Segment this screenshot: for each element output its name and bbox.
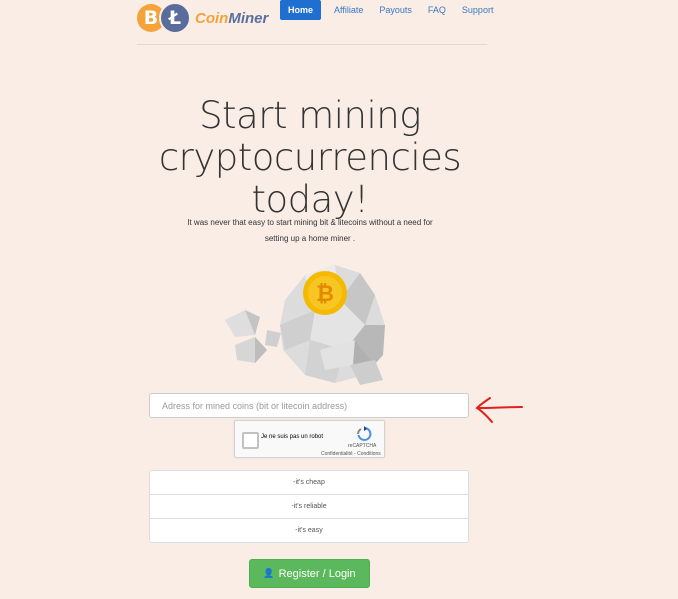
nav-affiliate[interactable]: Affiliate [326,0,371,20]
brand-name-part2: Miner [228,9,269,27]
logo[interactable]: B Ł CoinMiner [137,2,268,34]
feature-item-reliable: -it's reliable [149,494,469,519]
register-login-label: Register / Login [278,567,356,580]
nav-home[interactable]: Home [280,0,322,20]
recaptcha-widget: Je ne suis pas un robot reCAPTCHA Confid… [234,420,385,458]
red-arrow-annotation-icon [475,397,523,423]
mining-rock-bitcoin-illustration: ₿ [225,265,385,385]
recaptcha-links[interactable]: Confidentialité - Conditions [321,451,381,457]
nav-payouts[interactable]: Payouts [371,0,420,20]
brand-name-part1: Coin [195,9,229,27]
feature-item-easy: -it's easy [149,518,469,543]
main-nav: Home Affiliate Payouts FAQ Support [280,0,501,20]
hero-subtitle-line-2: setting up a home miner . [264,234,356,243]
recaptcha-label: Je ne suis pas un robot [261,434,324,440]
hero-title: Start mining cryptocurrencies today! [150,95,470,221]
nav-faq[interactable]: FAQ [420,0,454,20]
hero-subtitle: It was never that easy to start mining b… [155,215,465,247]
header-divider [137,44,487,45]
nav-support[interactable]: Support [454,0,502,20]
hero-title-line-2: cryptocurrencies [158,136,462,179]
header: B Ł CoinMiner Home Affiliate Payouts FAQ… [0,0,678,45]
recaptcha-brand: reCAPTCHA [348,443,377,449]
svg-text:₿: ₿ [316,282,334,307]
recaptcha-checkbox[interactable] [242,432,259,449]
recaptcha-logo-icon [357,426,372,441]
brand-name: CoinMiner [195,10,268,27]
user-icon: 👤 [263,568,275,578]
address-input[interactable]: Adress for mined coins (bit or litecoin … [149,393,469,418]
hero-title-line-1: Start mining [199,94,421,137]
features-list: -it's cheap -it's reliable -it's easy [149,470,469,543]
hero-subtitle-line-1: It was never that easy to start mining b… [187,218,433,227]
feature-item-cheap: -it's cheap [149,470,469,495]
register-login-button[interactable]: 👤 Register / Login [249,559,370,588]
litecoin-logo-icon: Ł [159,2,191,34]
